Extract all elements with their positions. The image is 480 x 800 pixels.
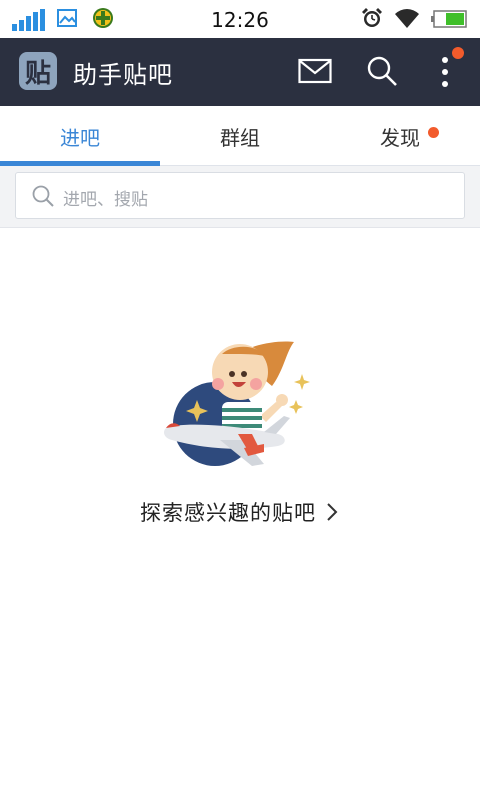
- explore-illustration: [164, 341, 310, 466]
- app-logo: 贴: [19, 52, 57, 90]
- chevron-right-icon: [327, 503, 338, 521]
- notification-dot: [452, 47, 464, 59]
- tab-qunzu[interactable]: 群组: [160, 106, 320, 166]
- battery-icon: [431, 10, 467, 28]
- search-placeholder: 进吧、搜贴: [63, 190, 148, 210]
- search-area: 进吧、搜贴: [0, 166, 480, 228]
- app-bar: 贴 助手贴吧: [0, 38, 480, 106]
- search-field-icon: [32, 185, 54, 207]
- wifi-icon: [395, 9, 419, 28]
- status-bar: 12:26: [0, 0, 480, 38]
- explore-link[interactable]: 探索感兴趣的贴吧: [0, 497, 480, 527]
- search-icon[interactable]: [366, 55, 398, 87]
- mail-icon[interactable]: [298, 58, 332, 84]
- search-input[interactable]: 进吧、搜贴: [15, 172, 465, 219]
- app-title: 助手贴吧: [73, 61, 173, 89]
- tab-faxian[interactable]: 发现: [320, 106, 480, 166]
- tab-bar: 进吧 群组 发现: [0, 106, 480, 166]
- explore-link-label: 探索感兴趣的贴吧: [140, 501, 316, 525]
- tab-faxian-dot: [428, 127, 439, 138]
- alarm-icon: [362, 8, 382, 27]
- tab-jinba[interactable]: 进吧: [0, 106, 160, 166]
